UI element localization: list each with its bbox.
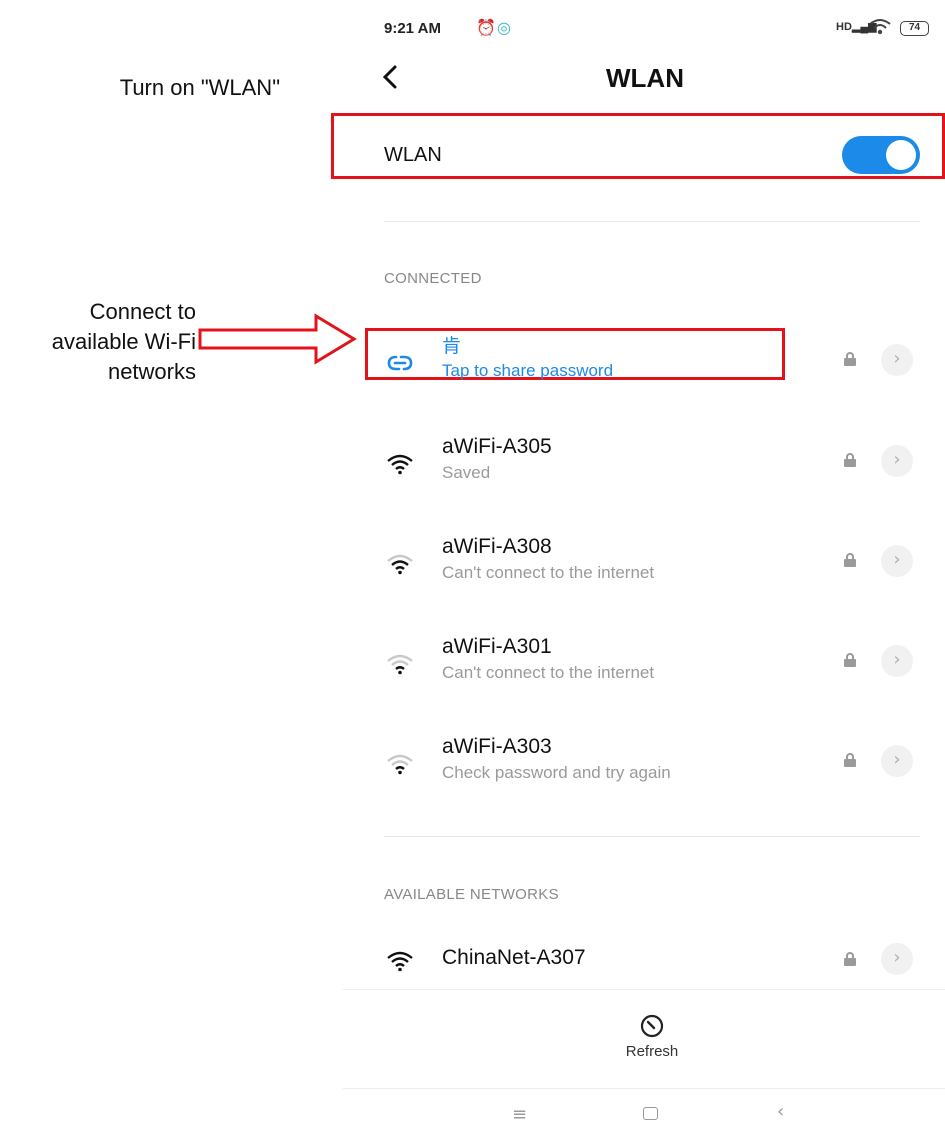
wifi-signal-weak-icon (387, 654, 413, 675)
network-name: aWiFi-A308 (442, 535, 552, 558)
network-details-button[interactable]: › (881, 745, 913, 777)
annotation-line-3: networks (107, 359, 196, 384)
annotation-connect-to-wifi: Connect to available Wi-Fi networks (0, 297, 196, 387)
annotation-line-2: available Wi-Fi (51, 329, 196, 354)
network-details-button[interactable]: › (881, 445, 913, 477)
lock-icon (844, 352, 856, 366)
wifi-signal-full-icon (387, 951, 413, 972)
link-icon (387, 355, 413, 371)
network-details-button[interactable]: › (881, 645, 913, 677)
annotation-line-1: Connect to (89, 299, 196, 324)
network-status: Check password and try again (442, 763, 671, 782)
refresh-icon[interactable] (638, 1012, 666, 1040)
network-status: Can't connect to the internet (442, 563, 655, 582)
lock-icon (844, 453, 856, 467)
status-time: 9:21 AM (384, 20, 441, 37)
back-chevron-icon (382, 65, 397, 89)
lock-icon (844, 553, 856, 567)
network-details-button[interactable]: › (881, 545, 913, 577)
status-bar: 9:21 AM ⏰ ◎ HD▂▄▆ 74 (384, 16, 929, 44)
wifi-signal-medium-icon (387, 554, 413, 575)
wlan-toggle-switch[interactable] (842, 136, 920, 174)
network-name: aWiFi-A305 (442, 435, 552, 458)
network-name: ChinaNet-A307 (442, 946, 586, 969)
section-header-available: AVAILABLE NETWORKS (384, 886, 559, 903)
network-name: aWiFi-A303 (442, 735, 552, 758)
lock-icon (844, 753, 856, 767)
wifi-status-icon (869, 19, 891, 35)
network-details-button[interactable]: › (881, 943, 913, 975)
nav-divider (343, 1088, 945, 1089)
back-nav-icon[interactable]: ‹ (777, 1101, 784, 1122)
network-row-available[interactable]: ChinaNet-A307 › (384, 943, 924, 1006)
toggle-knob (886, 140, 916, 170)
page-title: WLAN (606, 63, 684, 93)
annotation-turn-on-wlan: Turn on "WLAN" (119, 75, 280, 100)
bottom-divider (343, 989, 945, 990)
wifi-signal-full-icon (387, 454, 413, 475)
section-header-connected: CONNECTED (384, 270, 482, 287)
network-name: 肯 (442, 336, 462, 357)
network-status: Saved (442, 463, 491, 482)
wifi-signal-weak-icon (387, 754, 413, 775)
network-row-connected[interactable]: 肯 Tap to share password › (384, 334, 924, 394)
notification-icon: ◎ (497, 20, 511, 37)
divider (384, 836, 920, 837)
annotation-arrow-icon (198, 313, 357, 365)
signal-label: HD (836, 21, 852, 33)
back-arrow-icon[interactable] (380, 62, 410, 96)
network-row[interactable]: aWiFi-A305 Saved › (384, 435, 924, 495)
network-name: aWiFi-A301 (442, 635, 552, 658)
battery-icon: 74 (900, 21, 929, 36)
network-status: Can't connect to the internet (442, 663, 655, 682)
alarm-icon: ⏰ (476, 20, 496, 37)
divider (384, 221, 920, 222)
network-details-button[interactable]: › (881, 344, 913, 376)
home-nav-icon[interactable] (643, 1107, 658, 1120)
network-row[interactable]: aWiFi-A308 Can't connect to the internet… (384, 535, 924, 595)
lock-icon (844, 952, 856, 966)
network-row[interactable]: aWiFi-A303 Check password and try again … (384, 735, 924, 795)
network-row[interactable]: aWiFi-A301 Can't connect to the internet… (384, 635, 924, 695)
wlan-toggle-label: WLAN (384, 144, 442, 166)
network-status: Tap to share password (442, 361, 614, 380)
refresh-button[interactable]: Refresh (600, 1043, 704, 1060)
menu-nav-icon[interactable]: ≡ (512, 1104, 527, 1125)
lock-icon (844, 653, 856, 667)
